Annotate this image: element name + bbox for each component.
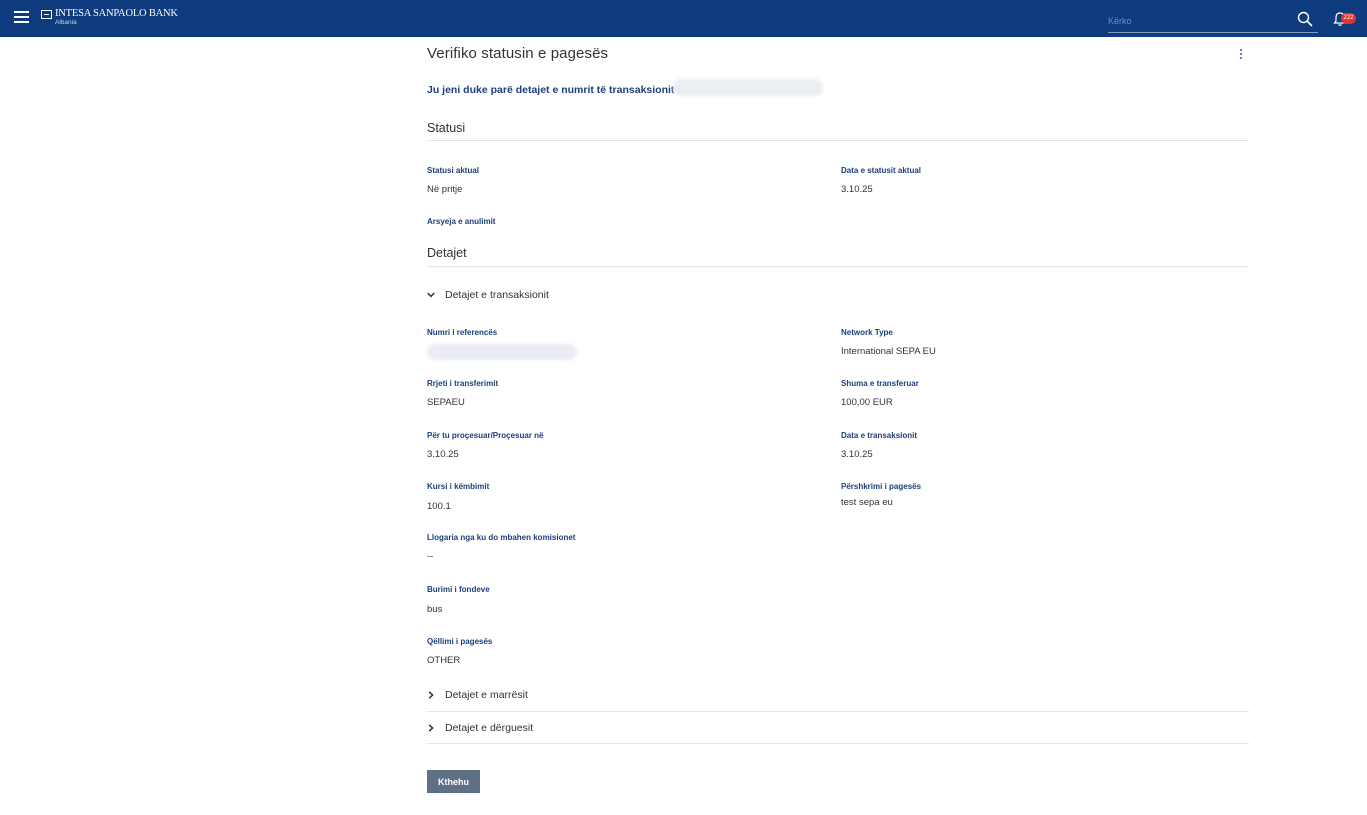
fee-account-label: Llogaria nga ku do mbahen komisionet (427, 533, 576, 542)
exchange-rate-label: Kursi i këmbimit (427, 482, 490, 491)
bank-name: INTESA SANPAOLO BANK (55, 8, 178, 19)
sender-details-accordion[interactable]: Detajet e dërguesit (427, 722, 533, 734)
bank-logo-mark (41, 10, 52, 19)
search-icon[interactable] (1297, 11, 1313, 27)
page-title: Verifiko statusin e pagesës (427, 45, 609, 62)
transferred-amount-label: Shuma e transferuar (841, 379, 919, 388)
redacted-transaction-number (673, 79, 823, 96)
status-date-label: Data e statusit aktual (841, 166, 922, 175)
redacted-reference-number (427, 344, 577, 360)
payment-purpose-value: OTHER (427, 655, 461, 666)
receiver-details-accordion[interactable]: Detajet e marrësit (427, 689, 528, 701)
page-subtitle: Ju jeni duke parë detajet e numrit të tr… (427, 84, 675, 96)
notification-badge[interactable]: 222 (1341, 13, 1356, 24)
cancel-reason-label: Arsyeja e anulimit (427, 217, 496, 226)
bank-region: Albania (55, 19, 77, 26)
payment-purpose-label: Qëllimi i pagesës (427, 637, 493, 646)
sender-details-title: Detajet e dërguesit (445, 722, 534, 734)
back-button[interactable]: Kthehu (427, 770, 480, 793)
exchange-rate-value: 100.1 (427, 501, 451, 512)
transfer-network-label: Rrjeti i transferimit (427, 379, 499, 388)
processing-label: Për tu proçesuar/Proçesuar në (427, 431, 544, 440)
transaction-date-value: 3.10.25 (841, 449, 873, 460)
menu-icon[interactable] (14, 11, 29, 24)
reference-number-label: Numri i referencës (427, 328, 498, 337)
chevron-right-icon (428, 724, 434, 732)
source-of-funds-label: Burimi i fondeve (427, 585, 490, 594)
transfer-network-value: SEPAEU (427, 397, 465, 408)
status-date-value: 3.10.25 (841, 184, 873, 195)
search-field[interactable] (1108, 10, 1318, 33)
bank-logo[interactable]: INTESA SANPAOLO BANK Albania (41, 8, 178, 27)
transaction-date-label: Data e transaksionit (841, 431, 918, 440)
sender-divider (427, 743, 1249, 744)
payment-description-value: test sepa eu (841, 497, 893, 508)
processing-value: 3.10.25 (427, 449, 459, 460)
transaction-details-accordion[interactable]: Detajet e transaksionit (427, 289, 549, 301)
source-of-funds-value: bus (427, 604, 443, 615)
receiver-details-title: Detajet e marrësit (445, 689, 528, 701)
fee-account-value: -- (427, 551, 434, 562)
status-divider (427, 140, 1249, 141)
chevron-right-icon (428, 691, 434, 699)
more-options-icon[interactable] (1240, 49, 1243, 61)
chevron-down-icon (427, 292, 435, 298)
payment-description-label: Përshkrimi i pagesës (841, 482, 922, 491)
receiver-divider (427, 711, 1249, 712)
network-type-value: International SEPA EU (841, 346, 936, 357)
network-type-label: Network Type (841, 328, 893, 337)
current-status-value: Në pritje (427, 184, 463, 195)
transferred-amount-value: 100,00 EUR (841, 397, 893, 408)
status-heading: Statusi (427, 121, 466, 135)
current-status-label: Statusi aktual (427, 166, 480, 175)
search-input[interactable] (1108, 10, 1318, 32)
details-heading: Detajet (427, 246, 467, 260)
top-bar: INTESA SANPAOLO BANK Albania 222 (0, 0, 1367, 37)
transaction-details-title: Detajet e transaksionit (445, 289, 549, 301)
details-divider (427, 266, 1249, 267)
